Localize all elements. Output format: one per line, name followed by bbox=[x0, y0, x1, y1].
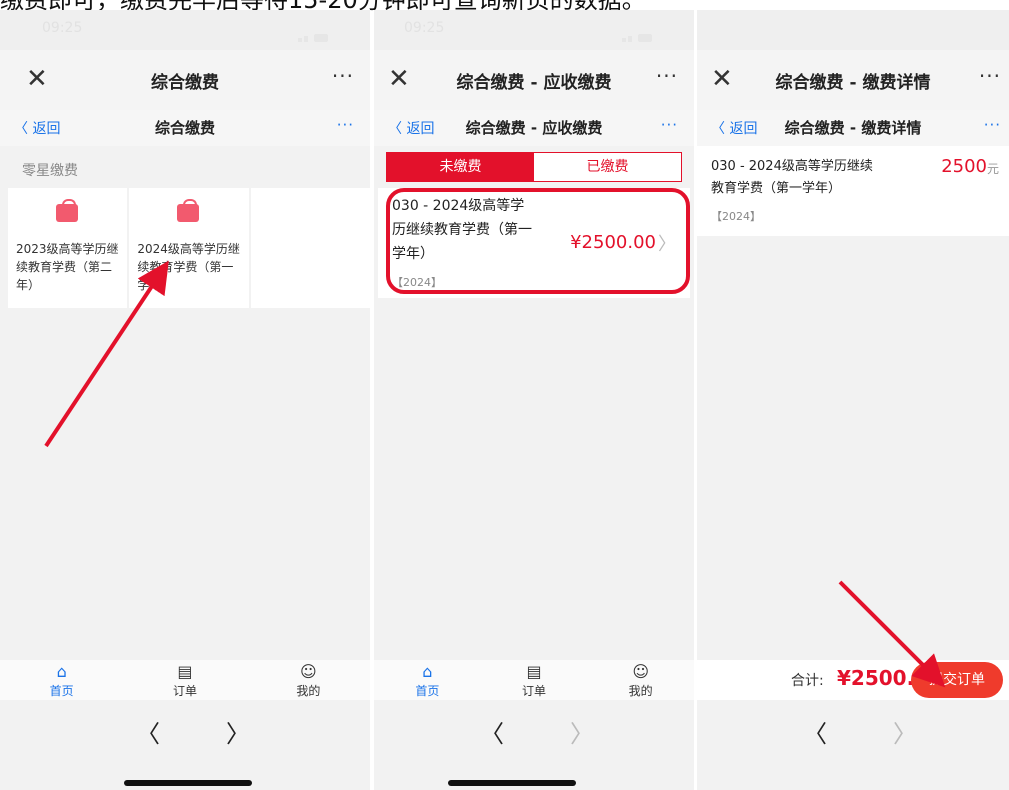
home-icon: ⌂ bbox=[56, 662, 67, 681]
detail-unit: 元 bbox=[986, 162, 999, 176]
title-bar: ✕ 综合缴费 - 应收缴费 ··· bbox=[374, 50, 694, 110]
status-bar: 09:25 bbox=[374, 10, 694, 50]
page-title: 综合缴费 - 应收缴费 bbox=[456, 73, 612, 93]
detail-year: 【2024】 bbox=[711, 210, 761, 223]
content-area: 未缴费 已缴费 030 - 2024级高等学历继续教育学费（第一学年） 【202… bbox=[374, 146, 694, 660]
bottom-tab-bar: ⌂ 首页 ▤ 订单 ☺ 我的 bbox=[374, 660, 694, 700]
tab-mine[interactable]: ☺ 我的 bbox=[587, 660, 694, 700]
browser-bar: 〈 〉 bbox=[697, 700, 1009, 790]
bottom-tab-bar: ⌂ 首页 ▤ 订单 ☺ 我的 bbox=[0, 660, 370, 700]
nav-bar: 〈 返回 综合缴费 - 缴费详情 ··· bbox=[697, 110, 1009, 146]
payment-item-2023[interactable]: 2023级高等学历继续教育学费（第二年） bbox=[8, 188, 128, 308]
tab-home[interactable]: ⌂ 首页 bbox=[0, 660, 123, 700]
tab-label: 订单 bbox=[522, 684, 547, 698]
tab-orders[interactable]: ▤ 订单 bbox=[481, 660, 588, 700]
nav-bar: 〈 返回 综合缴费 ··· bbox=[0, 110, 370, 146]
status-time: 09:25 bbox=[42, 20, 83, 36]
tab-label: 首页 bbox=[49, 684, 74, 698]
detail-title: 030 - 2024级高等学历继续教育学费（第一学年） bbox=[711, 159, 873, 196]
page-title: 综合缴费 - 缴费详情 bbox=[775, 73, 931, 93]
tab-orders[interactable]: ▤ 订单 bbox=[123, 660, 246, 700]
chevron-left-icon[interactable]: 〈 bbox=[803, 714, 827, 749]
more-icon[interactable]: ··· bbox=[979, 64, 1001, 88]
payment-grid: 2023级高等学历继续教育学费（第二年） 2024级高等学历继续教育学费（第一学… bbox=[8, 188, 370, 308]
tab-label: 我的 bbox=[628, 684, 653, 698]
chevron-right-icon[interactable]: 〉 bbox=[570, 714, 594, 749]
more-icon[interactable]: ··· bbox=[656, 64, 678, 88]
status-time: 09:25 bbox=[404, 20, 445, 36]
section-label: 零星缴费 bbox=[22, 163, 78, 179]
signal-icon bbox=[622, 23, 664, 42]
home-indicator bbox=[448, 780, 576, 786]
detail-price: 2500 bbox=[941, 156, 987, 177]
chevron-left-icon[interactable]: 〈 bbox=[480, 714, 504, 749]
content-area: 零星缴费 2023级高等学历继续教育学费（第二年） 2024级高等学历继续教育学… bbox=[0, 146, 370, 660]
tab-unpaid[interactable]: 未缴费 bbox=[387, 153, 534, 181]
nav-more-icon[interactable]: ··· bbox=[661, 116, 678, 134]
tab-mine[interactable]: ☺ 我的 bbox=[247, 660, 370, 700]
content-area: 030 - 2024级高等学历继续教育学费（第一学年） 【2024】 2500 … bbox=[697, 146, 1009, 660]
title-bar: ✕ 综合缴费 - 缴费详情 ··· bbox=[697, 50, 1009, 110]
browser-bar: 〈 〉 bbox=[374, 700, 694, 790]
payment-status-tabs: 未缴费 已缴费 bbox=[386, 152, 682, 182]
chevron-right-icon[interactable]: 〉 bbox=[893, 714, 917, 749]
phone-screen-3: ✕ 综合缴费 - 缴费详情 ··· 〈 返回 综合缴费 - 缴费详情 ··· 0… bbox=[697, 10, 1009, 790]
bag-icon bbox=[177, 199, 200, 222]
status-bar bbox=[697, 10, 1009, 50]
highlight-outline bbox=[386, 188, 690, 294]
payment-item-label: 2023级高等学历继续教育学费（第二年） bbox=[16, 242, 119, 292]
payment-item-empty bbox=[250, 188, 370, 308]
chevron-left-icon[interactable]: 〈 bbox=[136, 714, 160, 749]
order-icon: ▤ bbox=[526, 662, 542, 681]
phone-screen-2: 09:25 ✕ 综合缴费 - 应收缴费 ··· 〈 返回 综合缴费 - 应收缴费… bbox=[374, 10, 694, 790]
payment-item-2024[interactable]: 2024级高等学历继续教育学费（第一学年） bbox=[129, 188, 249, 308]
user-icon: ☺ bbox=[299, 662, 317, 681]
home-indicator bbox=[124, 780, 252, 786]
payment-item-label: 2024级高等学历继续教育学费（第一学年） bbox=[137, 242, 240, 292]
home-icon: ⌂ bbox=[422, 662, 433, 681]
page-title: 综合缴费 bbox=[151, 73, 219, 93]
submit-order-button[interactable]: 提交订单 bbox=[911, 662, 1003, 698]
nav-title: 综合缴费 - 缴费详情 bbox=[784, 119, 922, 137]
tab-paid[interactable]: 已缴费 bbox=[534, 153, 681, 181]
total-label: 合计: bbox=[791, 673, 824, 689]
nav-more-icon[interactable]: ··· bbox=[337, 116, 354, 134]
signal-icon bbox=[298, 23, 340, 42]
payment-detail: 030 - 2024级高等学历继续教育学费（第一学年） 【2024】 2500 … bbox=[697, 146, 1009, 236]
pay-bar: 合计: ¥2500.00 提交订单 bbox=[697, 660, 1009, 700]
tab-label: 我的 bbox=[296, 684, 321, 698]
tab-label: 首页 bbox=[415, 684, 440, 698]
nav-title: 综合缴费 - 应收缴费 bbox=[465, 119, 603, 137]
user-icon: ☺ bbox=[632, 662, 650, 681]
order-icon: ▤ bbox=[177, 662, 193, 681]
bag-icon bbox=[56, 199, 78, 222]
phone-screen-1: 09:25 ✕ 综合缴费 ··· 〈 返回 综合缴费 ··· 零星缴费 2023… bbox=[0, 10, 370, 790]
nav-bar: 〈 返回 综合缴费 - 应收缴费 ··· bbox=[374, 110, 694, 146]
nav-title: 综合缴费 bbox=[154, 119, 215, 137]
title-bar: ✕ 综合缴费 ··· bbox=[0, 50, 370, 110]
chevron-right-icon[interactable]: 〉 bbox=[226, 714, 250, 749]
status-bar: 09:25 bbox=[0, 10, 370, 50]
browser-bar: 〈 〉 bbox=[0, 700, 370, 790]
tab-label: 订单 bbox=[172, 684, 197, 698]
more-icon[interactable]: ··· bbox=[332, 64, 354, 88]
tab-home[interactable]: ⌂ 首页 bbox=[374, 660, 481, 700]
nav-more-icon[interactable]: ··· bbox=[984, 116, 1001, 134]
